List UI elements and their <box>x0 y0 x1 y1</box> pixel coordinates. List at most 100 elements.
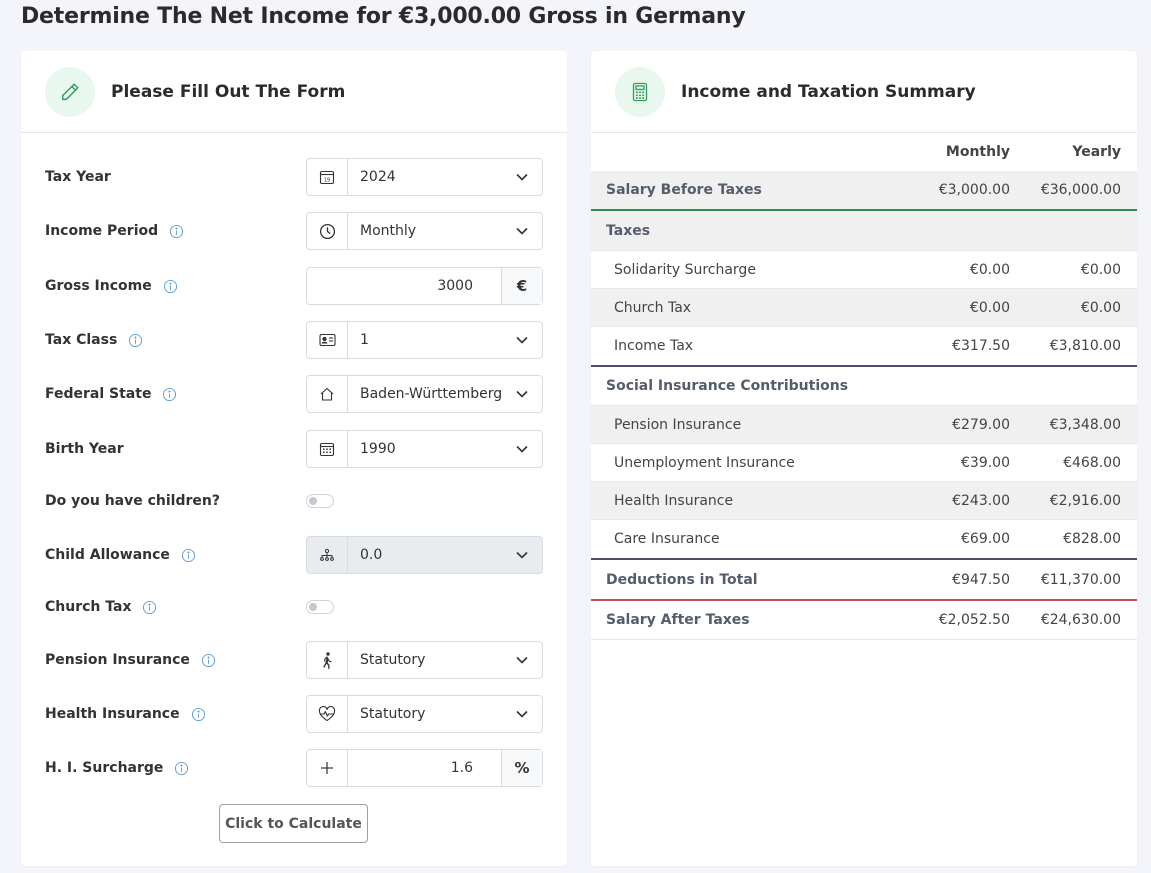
summary-card: Income and Taxation Summary Monthly Year… <box>591 51 1137 866</box>
hi-surcharge-value: 1.6 <box>450 760 473 776</box>
tax-class-label: Tax Class <box>45 332 118 348</box>
gross-income-row: Gross Income 3000 € <box>45 267 543 305</box>
health-insurance-value: Statutory <box>360 706 426 722</box>
tax-class-row: Tax Class 1 <box>45 321 543 359</box>
plus-icon <box>307 750 348 786</box>
clock-icon <box>307 213 348 249</box>
calendar-icon: 19 <box>307 159 348 195</box>
gross-income-input[interactable]: 3000 € <box>306 267 543 305</box>
chevron-down-icon <box>502 696 542 732</box>
hi-surcharge-input[interactable]: 1.6 % <box>306 749 543 787</box>
birth-year-value: 1990 <box>360 441 396 457</box>
children-row: Do you have children? <box>45 482 543 520</box>
info-icon[interactable] <box>201 653 216 668</box>
health-insurance-select[interactable]: Statutory <box>306 695 543 733</box>
tax-class-value: 1 <box>360 332 369 348</box>
summary-header: Income and Taxation Summary <box>591 51 1137 133</box>
hi-surcharge-row: H. I. Surcharge 1.6 % <box>45 749 543 787</box>
table-row: Salary Before Taxes €3,000.00 €36,000.00 <box>591 171 1137 211</box>
gross-income-value: 3000 <box>437 278 473 294</box>
id-card-icon <box>307 322 348 358</box>
federal-state-label: Federal State <box>45 386 152 402</box>
church-tax-toggle[interactable] <box>306 600 334 614</box>
info-icon[interactable] <box>128 333 143 348</box>
pension-insurance-label: Pension Insurance <box>45 652 190 668</box>
chevron-down-icon <box>502 322 542 358</box>
birth-year-label: Birth Year <box>45 441 124 457</box>
chevron-down-icon <box>502 431 542 467</box>
child-allowance-label: Child Allowance <box>45 547 170 563</box>
table-row: Church Tax €0.00 €0.00 <box>591 289 1137 327</box>
church-tax-label: Church Tax <box>45 599 132 615</box>
tax-year-value: 2024 <box>360 169 396 185</box>
children-label: Do you have children? <box>45 493 220 509</box>
children-toggle[interactable] <box>306 494 334 508</box>
euro-unit: € <box>501 268 542 304</box>
table-row-net-salary: Salary After Taxes €2,052.50 €24,630.00 <box>591 601 1137 640</box>
info-icon[interactable] <box>181 548 196 563</box>
child-allowance-value: 0.0 <box>360 547 383 563</box>
income-period-select[interactable]: Monthly <box>306 212 543 250</box>
summary-title: Income and Taxation Summary <box>681 81 976 102</box>
hi-surcharge-label: H. I. Surcharge <box>45 760 164 776</box>
heart-pulse-icon <box>307 696 348 732</box>
form-title: Please Fill Out The Form <box>111 81 346 102</box>
birth-year-select[interactable]: 1990 <box>306 430 543 468</box>
info-icon[interactable] <box>163 279 178 294</box>
column-monthly: Monthly <box>945 144 1010 160</box>
info-icon[interactable] <box>162 387 177 402</box>
tax-class-select[interactable]: 1 <box>306 321 543 359</box>
info-icon[interactable] <box>174 761 189 776</box>
child-allowance-select[interactable]: 0.0 <box>306 536 543 574</box>
house-icon <box>307 376 348 412</box>
pension-insurance-select[interactable]: Statutory <box>306 641 543 679</box>
table-row: Pension Insurance €279.00 €3,348.00 <box>591 406 1137 444</box>
child-allowance-row: Child Allowance 0.0 <box>45 536 543 574</box>
percent-unit: % <box>501 750 542 786</box>
income-period-row: Income Period Monthly <box>45 212 543 250</box>
federal-state-row: Federal State Baden-Württemberg <box>45 375 543 413</box>
summary-column-headers: Monthly Yearly <box>591 133 1137 171</box>
calendar-grid-icon <box>307 431 348 467</box>
pension-insurance-value: Statutory <box>360 652 426 668</box>
federal-state-select[interactable]: Baden-Württemberg <box>306 375 543 413</box>
form-header: Please Fill Out The Form <box>21 51 567 133</box>
table-row: Unemployment Insurance €39.00 €468.00 <box>591 444 1137 482</box>
health-insurance-label: Health Insurance <box>45 706 180 722</box>
birth-year-row: Birth Year 1990 <box>45 430 543 468</box>
pension-insurance-row: Pension Insurance Statutory <box>45 641 543 679</box>
table-row: Care Insurance €69.00 €828.00 <box>591 520 1137 560</box>
health-insurance-row: Health Insurance Statutory <box>45 695 543 733</box>
church-tax-row: Church Tax <box>45 588 543 626</box>
tax-year-label: Tax Year <box>45 169 111 185</box>
table-section-header: Social Insurance Contributions <box>591 367 1137 406</box>
info-icon[interactable] <box>191 707 206 722</box>
hierarchy-icon <box>307 537 348 573</box>
svg-text:19: 19 <box>324 178 330 184</box>
federal-state-value: Baden-Württemberg <box>360 386 502 402</box>
chevron-down-icon <box>502 159 542 195</box>
chevron-down-icon <box>502 376 542 412</box>
column-yearly: Yearly <box>1072 144 1121 160</box>
tax-year-row: Tax Year 19 2024 <box>45 158 543 196</box>
calculator-icon <box>615 66 665 117</box>
walking-person-icon <box>307 642 348 678</box>
pencil-icon <box>45 66 95 117</box>
income-period-value: Monthly <box>360 223 417 239</box>
table-row: Health Insurance €243.00 €2,916.00 <box>591 482 1137 520</box>
income-period-label: Income Period <box>45 223 159 239</box>
table-section-header: Taxes <box>591 211 1137 251</box>
calculate-button[interactable]: Click to Calculate <box>219 804 368 843</box>
info-icon[interactable] <box>169 224 184 239</box>
chevron-down-icon <box>502 642 542 678</box>
table-row-total-deductions: Deductions in Total €947.50 €11,370.00 <box>591 560 1137 601</box>
table-row: Income Tax €317.50 €3,810.00 <box>591 327 1137 367</box>
info-icon[interactable] <box>142 600 157 615</box>
form-card: Please Fill Out The Form Tax Year 19 202… <box>21 51 567 866</box>
chevron-down-icon <box>502 213 542 249</box>
tax-year-select[interactable]: 19 2024 <box>306 158 543 196</box>
table-row: Solidarity Surcharge €0.00 €0.00 <box>591 251 1137 289</box>
chevron-down-icon <box>502 537 542 573</box>
page-title: Determine The Net Income for €3,000.00 G… <box>21 4 746 29</box>
gross-income-label: Gross Income <box>45 278 152 294</box>
